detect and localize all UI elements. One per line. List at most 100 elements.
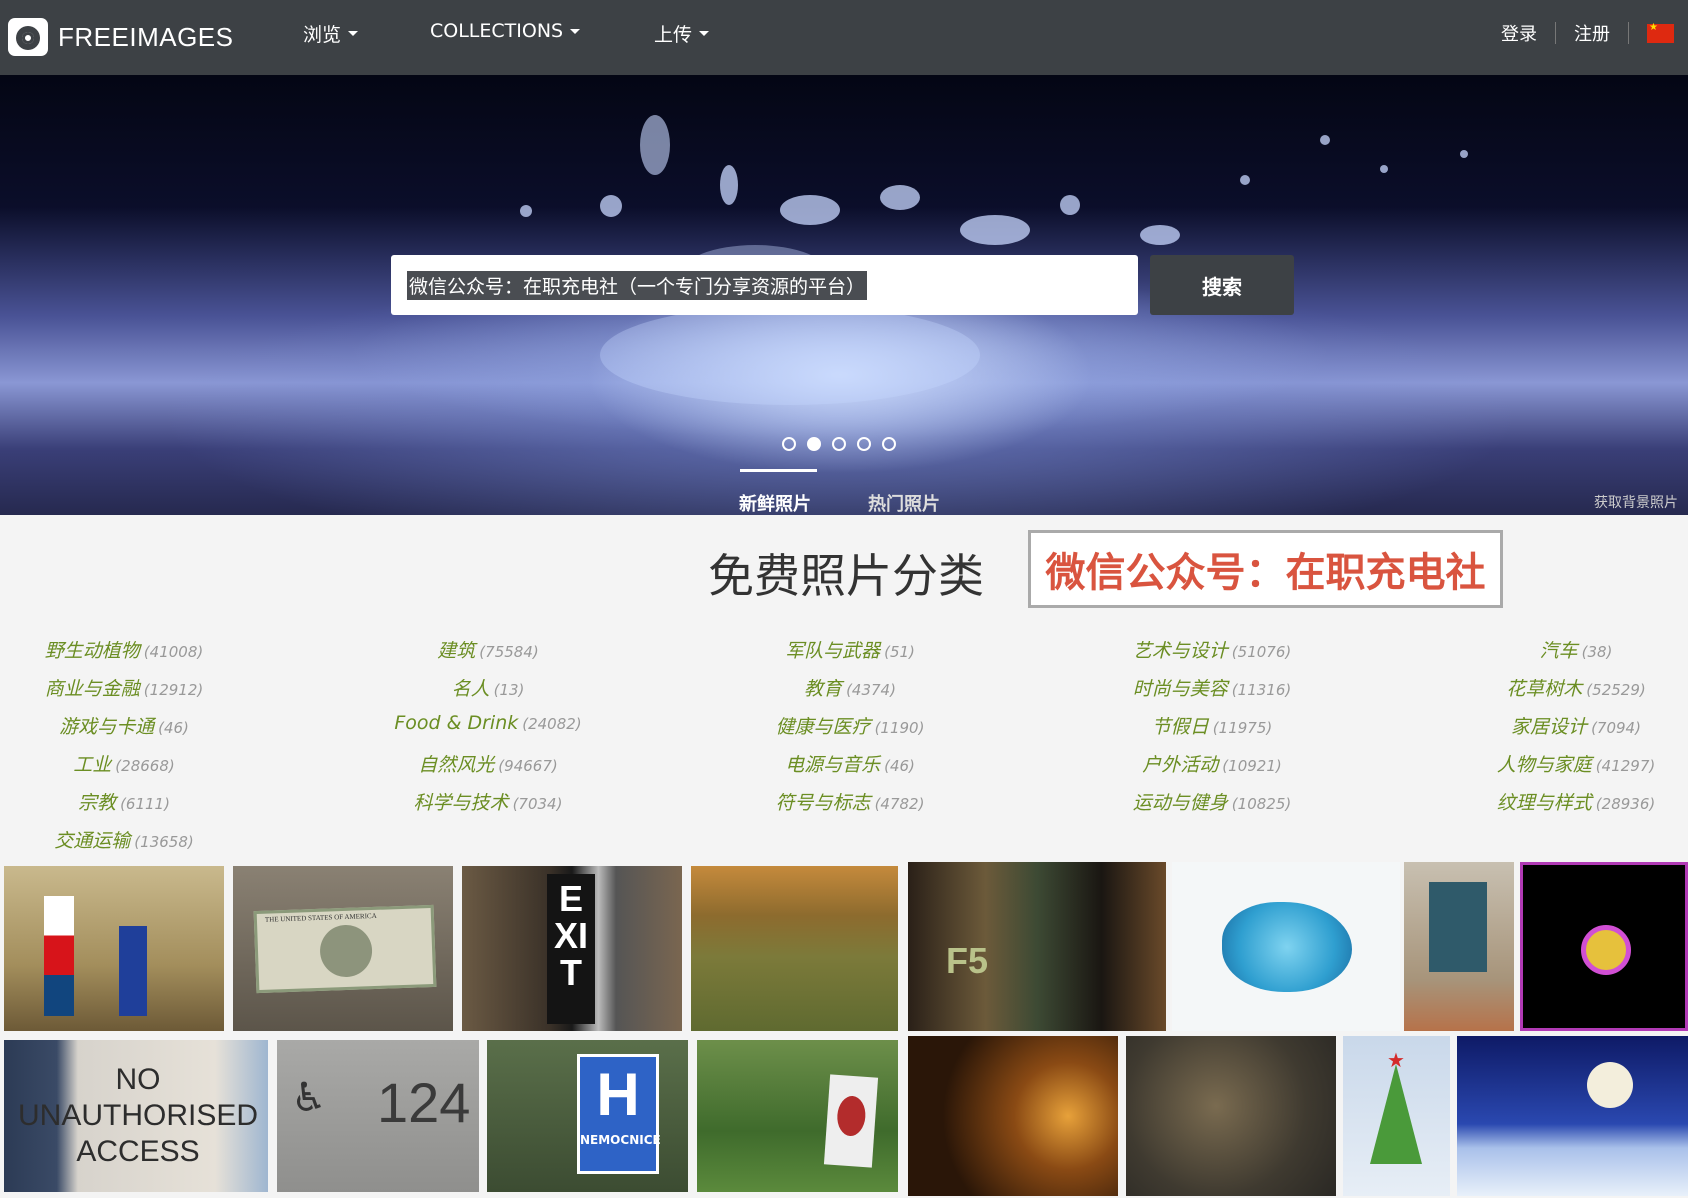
caret-down-icon (699, 31, 709, 36)
login-link[interactable]: 登录 (1501, 20, 1537, 46)
category-name: 户外活动 (1142, 754, 1218, 776)
category-link[interactable]: 艺术与设计(51076) (1133, 636, 1291, 663)
category-link[interactable]: 工业(28668) (73, 750, 174, 777)
category-link[interactable]: 建筑(75584) (437, 636, 538, 663)
category-link[interactable]: 花草树木(52529) (1506, 674, 1645, 701)
category-name: 纹理与样式 (1497, 792, 1592, 814)
thumbnail-window[interactable] (1404, 862, 1514, 1031)
menu-collections[interactable]: COLLECTIONS (430, 20, 580, 42)
menu-upload[interactable]: 上传 (654, 20, 709, 47)
tree-shape (1370, 1064, 1422, 1164)
camera-logo-icon (8, 18, 48, 56)
category-count: (94667) (498, 757, 557, 775)
category-count: (46) (884, 757, 915, 775)
flag-shape (44, 896, 74, 1016)
logo-text: FREEIMAGES (58, 22, 233, 53)
water-drop (880, 185, 920, 210)
category-link[interactable]: 交通运输(13658) (54, 826, 193, 853)
logo[interactable]: FREEIMAGES (8, 13, 233, 61)
thumbnail-park-sign[interactable] (697, 1040, 898, 1192)
thumbnail-cemetery[interactable] (691, 866, 898, 1031)
thumbnail-blue-splash[interactable] (1172, 862, 1400, 1031)
category-link[interactable]: 科学与技术(7034) (414, 788, 563, 815)
carousel-dot-active[interactable] (807, 437, 821, 451)
category-link[interactable]: 宗教(6111) (78, 788, 170, 815)
category-link[interactable]: 符号与标志(4782) (776, 788, 925, 815)
carousel-dot[interactable] (857, 437, 871, 451)
search-button[interactable]: 搜索 (1150, 255, 1294, 315)
category-link[interactable]: 教育(4374) (804, 674, 896, 701)
water-drop (780, 195, 840, 225)
thumbnail-no-access-sign[interactable]: NO UNAUTHORISED ACCESS (4, 1040, 268, 1192)
carousel-dot[interactable] (832, 437, 846, 451)
category-link[interactable]: 自然风光(94667) (418, 750, 557, 777)
category-name: 建筑 (437, 640, 475, 662)
category-name: 宗教 (78, 792, 116, 814)
category-name: 人物与家庭 (1497, 754, 1592, 776)
category-link[interactable]: Food & Drink(24082) (394, 712, 581, 734)
dollar-text: THE UNITED STATES OF AMERICA (265, 912, 377, 924)
category-link[interactable]: 商业与金融(12912) (45, 674, 203, 701)
category-link[interactable]: 军队与武器(51) (785, 636, 915, 663)
category-link[interactable]: 节假日(11975) (1152, 712, 1272, 739)
category-link[interactable]: 野生动植物(41008) (45, 636, 203, 663)
category-link[interactable]: 健康与医疗(1190) (776, 712, 925, 739)
park-sign (824, 1074, 878, 1167)
water-drop (1380, 165, 1388, 173)
category-name: 交通运输 (54, 830, 130, 852)
water-drop (1060, 195, 1080, 215)
blue-paint-splash (1222, 902, 1352, 992)
category-name: 花草树木 (1506, 678, 1582, 700)
category-link[interactable]: 汽车(38) (1540, 636, 1613, 663)
portrait-circle (319, 924, 373, 978)
category-link[interactable]: 运动与健身(10825) (1133, 788, 1291, 815)
category-name: 电源与音乐 (785, 754, 880, 776)
tab-fresh-photos[interactable]: 新鲜照片 (739, 490, 811, 515)
category-count: (4782) (875, 795, 925, 813)
thumbnail-aerial-map[interactable] (1126, 1036, 1336, 1196)
category-link[interactable]: 人物与家庭(41297) (1497, 750, 1655, 777)
category-link[interactable]: 电源与音乐(46) (785, 750, 915, 777)
china-flag-icon[interactable] (1647, 24, 1674, 43)
register-link[interactable]: 注册 (1574, 20, 1610, 46)
category-link[interactable]: 名人(13) (452, 674, 525, 701)
category-count: (13) (494, 681, 525, 699)
thumbnail-f5-tanks[interactable]: F5 (908, 862, 1166, 1031)
category-name: 符号与标志 (776, 792, 871, 814)
thumbnail-cross-symbol[interactable] (1520, 862, 1688, 1031)
thumbnail-room-124[interactable]: ♿ 124 (277, 1040, 479, 1192)
tab-popular-photos[interactable]: 热门照片 (868, 490, 940, 515)
thumbnail-flags-building[interactable] (4, 866, 224, 1031)
thumbnail-winter-moon[interactable] (1457, 1036, 1688, 1196)
caret-down-icon (570, 29, 580, 34)
category-link[interactable]: 时尚与美容(11316) (1133, 674, 1291, 701)
active-tab-indicator (740, 469, 817, 472)
category-name: 自然风光 (418, 754, 494, 776)
water-drop (1140, 225, 1180, 245)
category-name: 野生动植物 (45, 640, 140, 662)
caret-down-icon (348, 31, 358, 36)
thumbnail-hospital-sign[interactable]: H NEMOCNICE (487, 1040, 688, 1192)
carousel-dots (782, 437, 896, 451)
room-number: 124 (377, 1070, 470, 1135)
hero-banner: 微信公众号：在职充电社（一个专门分享资源的平台） 搜索 新鲜照片 热门照片 获取… (0, 75, 1688, 515)
water-drop (520, 205, 532, 217)
thumbnail-exit-sign[interactable]: EXIT (462, 866, 682, 1031)
category-link[interactable]: 户外活动(10921) (1142, 750, 1281, 777)
category-link[interactable]: 纹理与样式(28936) (1497, 788, 1655, 815)
category-link[interactable]: 游戏与卡通(46) (59, 712, 189, 739)
category-count: (52529) (1586, 681, 1645, 699)
hospital-label: NEMOCNICE (580, 1133, 656, 1147)
thumbnail-night-lights[interactable] (908, 1036, 1118, 1196)
thumbnail-christmas-tree[interactable]: ★ (1343, 1036, 1450, 1196)
top-nav: FREEIMAGES 浏览 COLLECTIONS 上传 登录 注册 (0, 0, 1688, 75)
category-count: (11316) (1232, 681, 1291, 699)
category-link[interactable]: 家居设计(7094) (1511, 712, 1641, 739)
carousel-dot[interactable] (882, 437, 896, 451)
carousel-dot[interactable] (782, 437, 796, 451)
menu-upload-label: 上传 (654, 20, 692, 47)
thumbnail-dollar[interactable]: THE UNITED STATES OF AMERICA (233, 866, 453, 1031)
get-background-link[interactable]: 获取背景照片 (1594, 492, 1678, 512)
menu-browse[interactable]: 浏览 (303, 20, 358, 47)
category-name: 家居设计 (1511, 716, 1587, 738)
